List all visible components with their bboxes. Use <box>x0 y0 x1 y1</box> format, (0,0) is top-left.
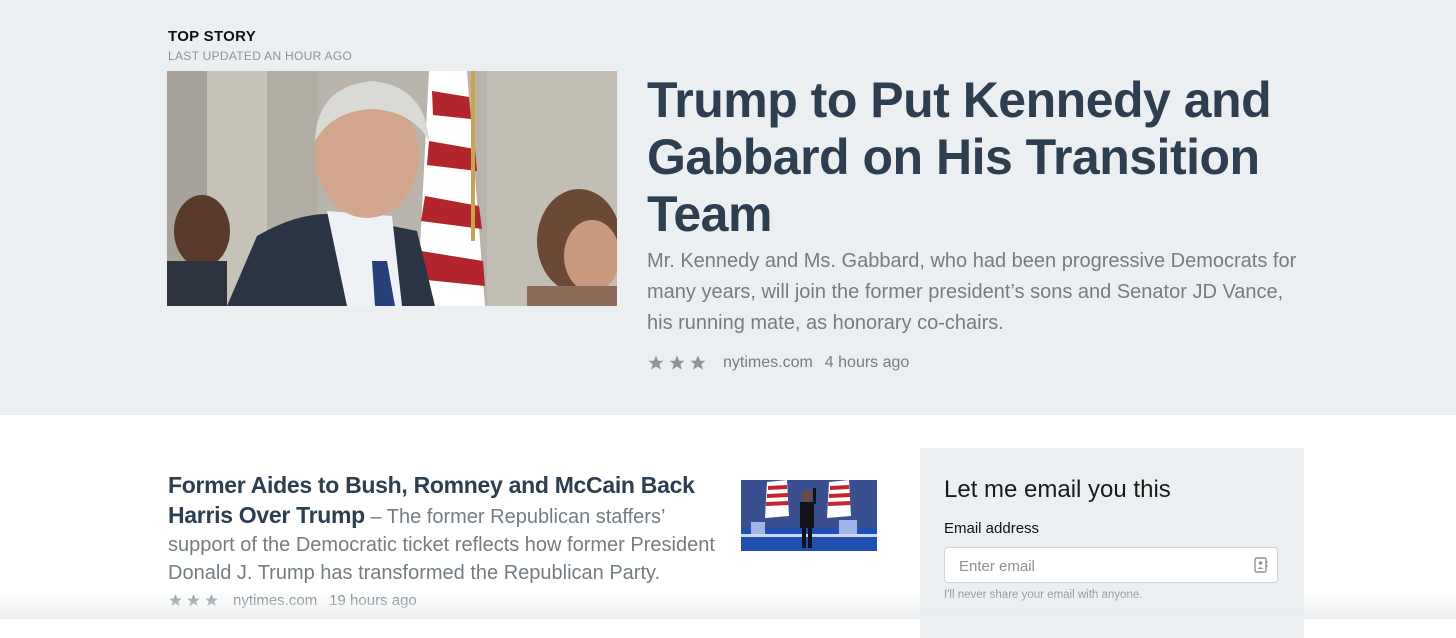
source-link[interactable]: nytimes.com <box>723 354 813 372</box>
top-story-summary: Mr. Kennedy and Ms. Gabbard, who had bee… <box>647 250 1297 334</box>
email-input[interactable] <box>957 548 1251 584</box>
star-icon <box>669 355 685 370</box>
rating-stars <box>647 354 707 372</box>
star-icon <box>169 594 182 607</box>
email-label: Email address <box>944 520 1040 537</box>
star-icon <box>187 594 200 607</box>
email-signup-card: Let me email you this Email address I'll… <box>920 448 1304 638</box>
email-help-text: I'll never share your email with anyone. <box>944 589 1143 601</box>
timestamp: 4 hours ago <box>824 354 910 371</box>
article-item: Former Aides to Bush, Romney and McCain … <box>168 471 728 587</box>
top-story-label: TOP STORY <box>168 28 257 45</box>
article-thumbnail[interactable] <box>741 480 877 551</box>
source-link[interactable]: nytimes.com <box>233 592 317 609</box>
star-icon <box>648 355 664 370</box>
email-card-title: Let me email you this <box>944 476 1171 503</box>
top-story-meta: nytimes.com 4 hours ago <box>647 354 909 372</box>
top-story-section: TOP STORY LAST UPDATED AN HOUR AGO Trump… <box>0 0 1456 415</box>
top-story-headline[interactable]: Trump to Put Kennedy and Gabbard on His … <box>647 72 1287 243</box>
star-icon <box>205 594 218 607</box>
separator: – <box>370 506 382 528</box>
last-updated-label: LAST UPDATED AN HOUR AGO <box>168 49 353 63</box>
contact-card-icon[interactable] <box>1254 557 1268 573</box>
rating-stars <box>168 593 219 608</box>
article-meta: nytimes.com 19 hours ago <box>168 592 417 609</box>
top-story-photo[interactable] <box>167 71 617 306</box>
timestamp: 19 hours ago <box>329 592 417 609</box>
email-input-wrapper <box>944 547 1278 584</box>
star-icon <box>690 355 706 370</box>
